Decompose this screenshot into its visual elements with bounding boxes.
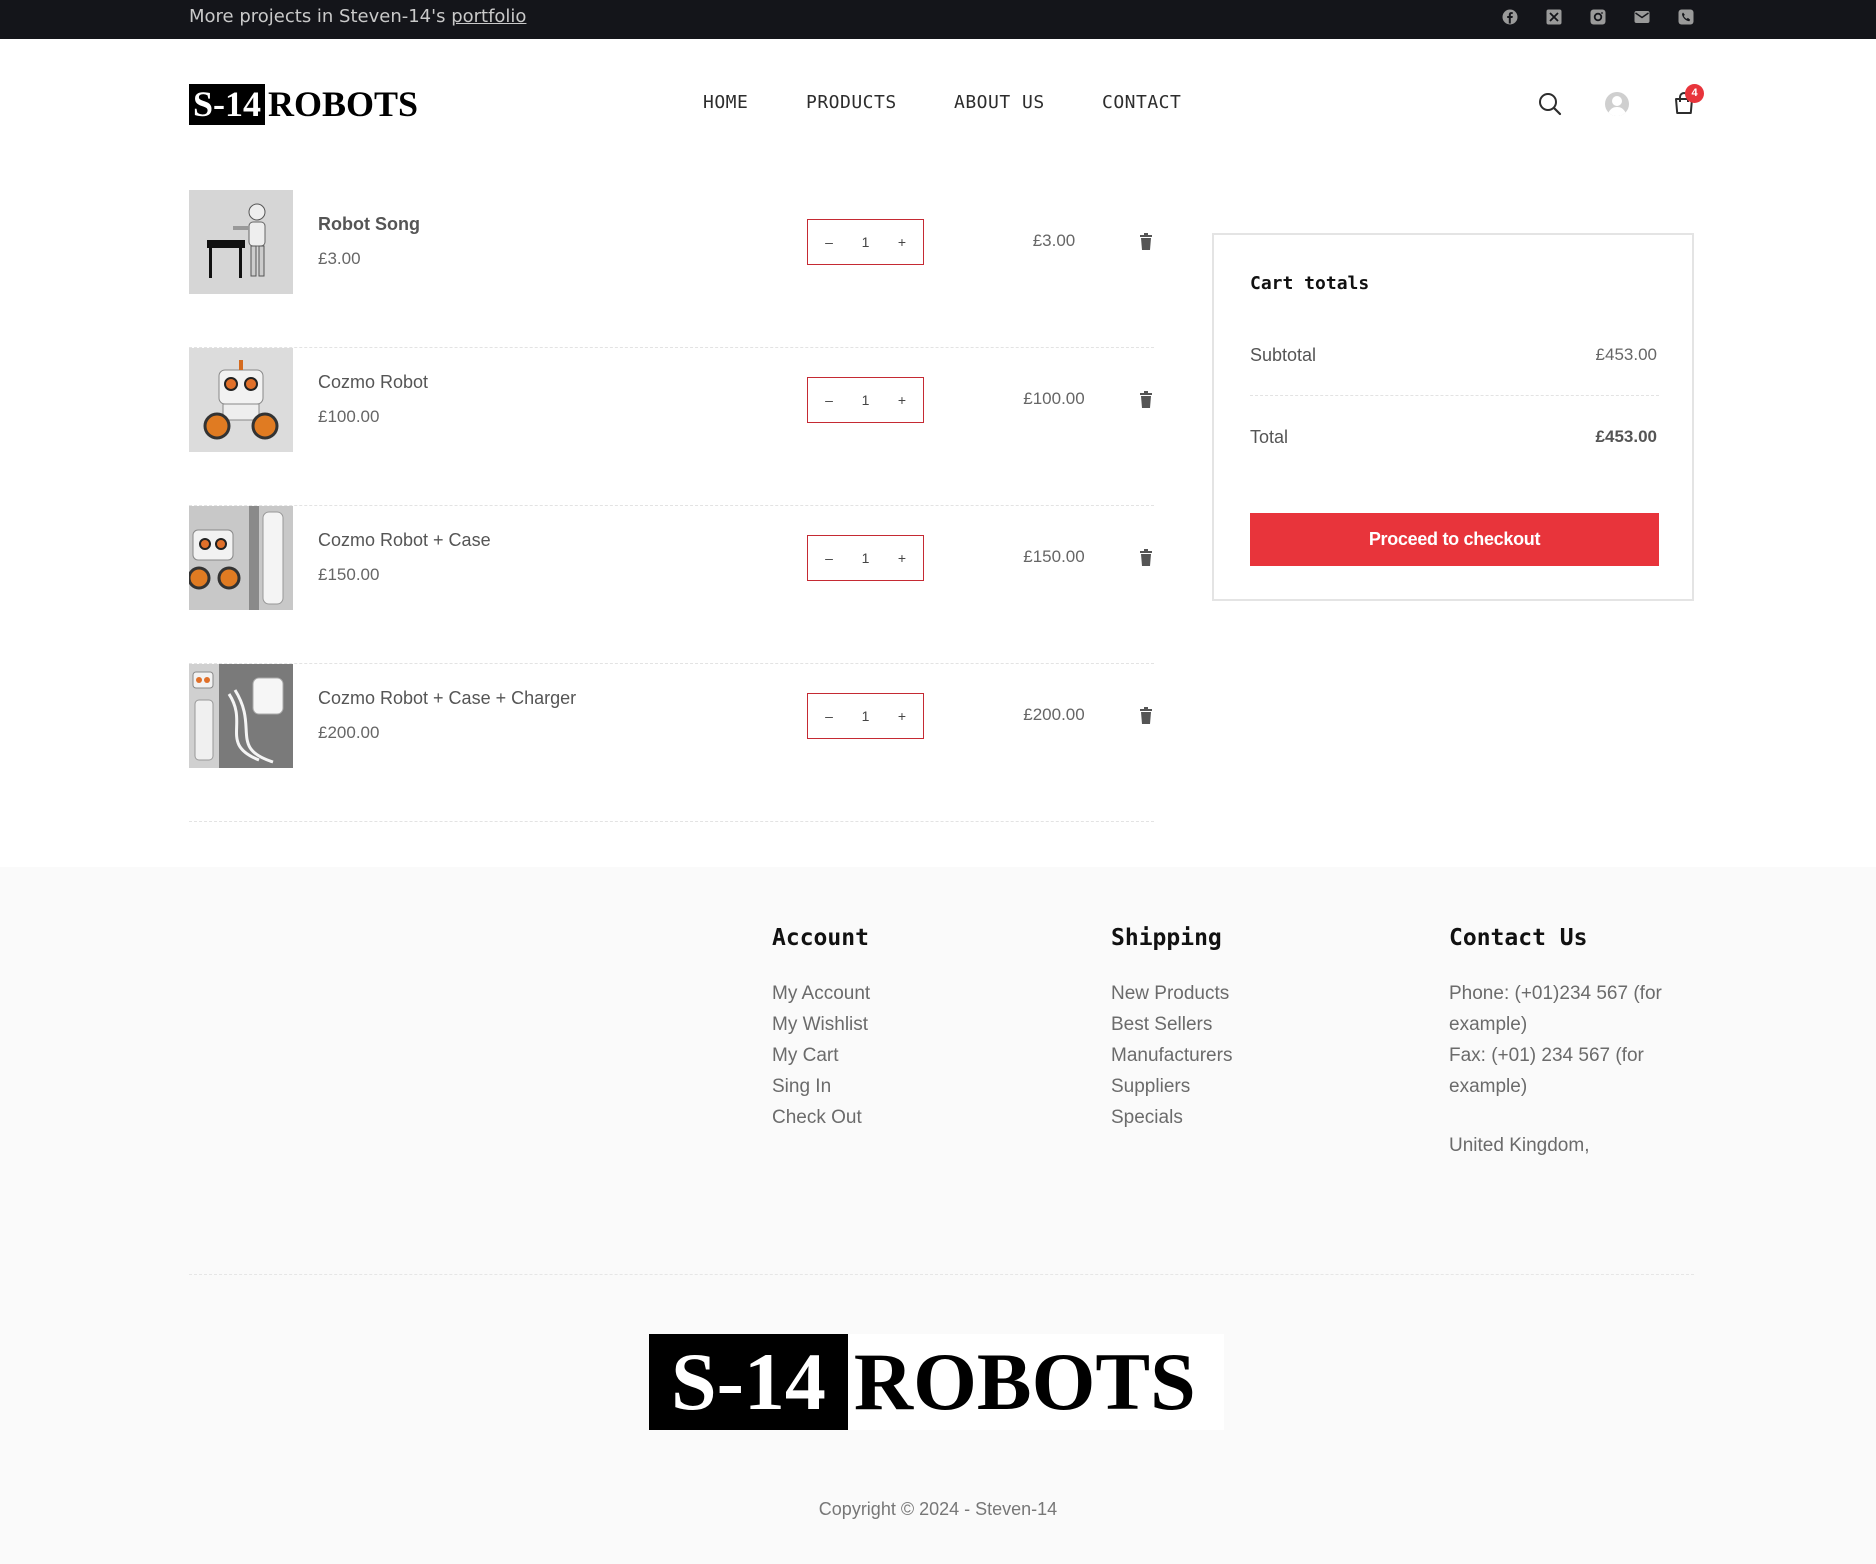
footer-link-manufacturers[interactable]: Manufacturers — [1111, 1040, 1232, 1071]
copyright-text: Copyright © 2024 - Steven-14 — [818, 1499, 1058, 1519]
topbar-text: More projects in Steven-14's portfolio — [189, 6, 526, 27]
site-logo[interactable]: S-14 ROBOTS — [189, 84, 418, 125]
product-price: £150.00 — [318, 565, 380, 584]
quantity-stepper: – 1 + — [807, 377, 924, 423]
cart-totals-title: Cart totals — [1250, 273, 1370, 294]
qty-increase-button[interactable]: + — [895, 550, 909, 566]
mail-icon[interactable] — [1633, 8, 1651, 26]
footer-link-best-sellers[interactable]: Best Sellers — [1111, 1009, 1232, 1040]
nav-home[interactable]: HOME — [703, 92, 748, 113]
quantity-stepper: – 1 + — [807, 693, 924, 739]
footer-logo[interactable]: S-14 ROBOTS — [649, 1334, 1224, 1430]
footer-link-my-cart[interactable]: My Cart — [772, 1040, 870, 1071]
cart-row: Cozmo Robot + Case £150.00 – 1 + £150.00 — [189, 506, 1154, 664]
totals-divider — [1250, 395, 1659, 396]
cart-count-badge: 4 — [1685, 84, 1704, 103]
total-value: £453.00 — [1595, 427, 1657, 446]
footer-account-list: My Account My Wishlist My Cart Sing In C… — [772, 978, 870, 1133]
qty-value[interactable]: 1 — [859, 392, 873, 408]
qty-value[interactable]: 1 — [859, 234, 873, 250]
footer-link-new-products[interactable]: New Products — [1111, 978, 1232, 1009]
line-total: £150.00 — [1023, 547, 1085, 566]
cart-row: Robot Song £3.00 – 1 + £3.00 — [189, 190, 1154, 348]
subtotal-label: Subtotal — [1250, 345, 1317, 365]
trash-icon[interactable] — [1138, 549, 1154, 567]
cart-totals-panel: Cart totals Subtotal £453.00 Total £453.… — [1212, 233, 1694, 601]
footer-contact-info: Phone: (+01)234 567 (for example) Fax: (… — [1449, 978, 1679, 1161]
qty-value[interactable]: 1 — [859, 708, 873, 724]
trash-icon[interactable] — [1138, 707, 1154, 725]
phone-icon[interactable] — [1677, 8, 1695, 26]
qty-decrease-button[interactable]: – — [822, 550, 836, 566]
topbar-message: More projects in Steven-14's — [189, 6, 452, 27]
proceed-to-checkout-button[interactable]: Proceed to checkout — [1250, 513, 1659, 566]
footer-link-sign-in[interactable]: Sing In — [772, 1071, 870, 1102]
product-image[interactable] — [189, 348, 293, 452]
qty-increase-button[interactable]: + — [895, 708, 909, 724]
quantity-stepper: – 1 + — [807, 219, 924, 265]
logo-box-text: S-14 — [189, 84, 266, 125]
footer-link-my-account[interactable]: My Account — [772, 978, 870, 1009]
contact-fax: Fax: (+01) 234 567 (for example) — [1449, 1045, 1644, 1097]
nav-products[interactable]: PRODUCTS — [806, 92, 897, 113]
line-total: £3.00 — [1032, 231, 1076, 250]
portfolio-link[interactable]: portfolio — [451, 6, 526, 27]
footer-logo-box-text: S-14 — [649, 1334, 848, 1430]
qty-decrease-button[interactable]: – — [822, 708, 836, 724]
product-price: £200.00 — [318, 723, 380, 742]
trash-icon[interactable] — [1138, 233, 1154, 251]
quantity-stepper: – 1 + — [807, 535, 924, 581]
footer-link-suppliers[interactable]: Suppliers — [1111, 1071, 1232, 1102]
footer-divider — [189, 1274, 1694, 1275]
instagram-icon[interactable] — [1589, 8, 1607, 26]
footer-logo-text: ROBOTS — [847, 1334, 1224, 1430]
qty-value[interactable]: 1 — [859, 550, 873, 566]
product-name[interactable]: Cozmo Robot + Case — [318, 530, 491, 551]
footer-shipping-list: New Products Best Sellers Manufacturers … — [1111, 978, 1232, 1133]
qty-decrease-button[interactable]: – — [822, 392, 836, 408]
footer-shipping-title: Shipping — [1111, 925, 1222, 951]
product-price: £100.00 — [318, 407, 380, 426]
cart-row: Cozmo Robot £100.00 – 1 + £100.00 — [189, 348, 1154, 506]
search-icon[interactable] — [1537, 91, 1563, 117]
facebook-icon[interactable] — [1501, 8, 1519, 26]
qty-increase-button[interactable]: + — [895, 392, 909, 408]
user-icon[interactable] — [1604, 91, 1630, 117]
contact-address: United Kingdom, — [1449, 1135, 1590, 1156]
contact-phone: Phone: (+01)234 567 (for example) — [1449, 983, 1662, 1035]
total-label: Total — [1250, 427, 1289, 447]
nav-contact[interactable]: CONTACT — [1102, 92, 1181, 113]
line-total: £200.00 — [1023, 705, 1085, 724]
line-total: £100.00 — [1023, 389, 1085, 408]
nav-about-us[interactable]: ABOUT US — [954, 92, 1045, 113]
product-price: £3.00 — [318, 249, 361, 268]
product-name[interactable]: Cozmo Robot + Case + Charger — [318, 688, 576, 709]
product-name[interactable]: Cozmo Robot — [318, 372, 428, 393]
footer-link-my-wishlist[interactable]: My Wishlist — [772, 1009, 870, 1040]
footer-link-specials[interactable]: Specials — [1111, 1102, 1232, 1133]
logo-text: ROBOTS — [268, 84, 419, 124]
cart-row: Cozmo Robot + Case + Charger £200.00 – 1… — [189, 664, 1154, 822]
product-name[interactable]: Robot Song — [318, 214, 420, 235]
footer-link-check-out[interactable]: Check Out — [772, 1102, 870, 1133]
qty-increase-button[interactable]: + — [895, 234, 909, 250]
footer-contact-title: Contact Us — [1449, 925, 1588, 951]
product-image[interactable] — [189, 190, 293, 294]
footer-account-title: Account — [772, 925, 869, 951]
x-icon[interactable] — [1545, 8, 1563, 26]
site-footer: Account My Account My Wishlist My Cart S… — [0, 867, 1876, 1564]
product-image[interactable] — [189, 506, 293, 610]
top-bar: More projects in Steven-14's portfolio — [0, 0, 1876, 39]
subtotal-value: £453.00 — [1595, 345, 1657, 364]
trash-icon[interactable] — [1138, 391, 1154, 409]
product-image[interactable] — [189, 664, 293, 768]
qty-decrease-button[interactable]: – — [822, 234, 836, 250]
